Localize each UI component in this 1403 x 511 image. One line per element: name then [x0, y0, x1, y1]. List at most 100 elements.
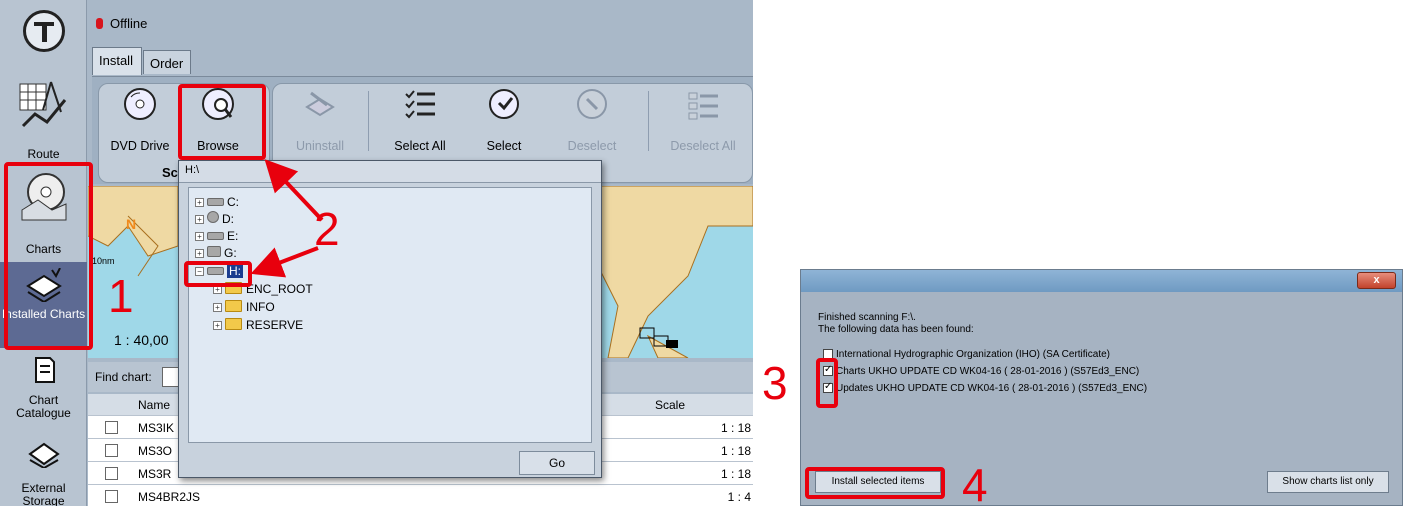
row-checkbox[interactable]: [105, 421, 118, 434]
highlight-box-install-button: [805, 467, 945, 499]
uninstall-button[interactable]: Uninstall: [282, 87, 358, 153]
drive-label: C:: [227, 195, 239, 209]
row-name: MS4BR2JS: [138, 490, 201, 504]
tree-folder-reserve[interactable]: + RESERVE: [213, 317, 303, 333]
expand-icon[interactable]: +: [195, 215, 204, 224]
uninstall-label: Uninstall: [296, 139, 344, 153]
header-name[interactable]: Name: [138, 398, 170, 412]
annotation-number-3: 3: [762, 357, 788, 409]
dialog-titlebar: [801, 270, 1402, 292]
row-name: MS3R: [138, 467, 172, 481]
nav-route[interactable]: Route: [0, 78, 87, 162]
nav-external-storage[interactable]: External Storage: [0, 434, 87, 506]
table-row[interactable]: MS4BR2JS 1 : 4: [88, 486, 753, 506]
tree-drive-d[interactable]: + D:: [195, 211, 234, 227]
drive-label: D:: [222, 212, 234, 226]
data-found-text: The following data has been found:: [818, 324, 974, 335]
folder-label: ENC_ROOT: [246, 282, 313, 296]
row-name: MS3O: [138, 444, 173, 458]
tree-folder-info[interactable]: + INFO: [213, 299, 275, 315]
show-charts-list-button[interactable]: Show charts list only: [1267, 471, 1389, 493]
drive-icon: [207, 198, 224, 206]
row-checkbox[interactable]: [105, 490, 118, 503]
dvd-drive-button[interactable]: DVD Drive: [102, 87, 178, 153]
highlight-box-browse: [178, 84, 266, 160]
expand-icon[interactable]: +: [213, 303, 222, 312]
item-label-iho: International Hydrographic Organization …: [836, 349, 1111, 360]
annotation-number-4: 4: [962, 459, 988, 511]
tab-install[interactable]: Install: [92, 47, 142, 75]
toolbar-sub-label: Sc: [162, 165, 178, 180]
north-label: N: [126, 216, 137, 232]
select-all-list-icon: [405, 90, 435, 119]
go-button[interactable]: Go: [519, 451, 595, 475]
row-checkbox[interactable]: [105, 467, 118, 480]
status-text: Offline: [110, 16, 148, 31]
chart-app-window: Route Charts Installed Charts Chart Cata…: [0, 0, 753, 506]
deselect-disc-icon: [577, 89, 607, 119]
select-disc-icon: [489, 89, 519, 119]
row-scale: 1 : 4: [727, 490, 751, 504]
tree-drive-e[interactable]: + E:: [195, 228, 238, 244]
deselect-button[interactable]: Deselect: [554, 87, 630, 153]
highlight-box-checkboxes: [816, 358, 838, 408]
browse-folder-dialog: H:\ + C: + D: + E: + G: − H: + ENC_ROOT + INFO …: [178, 160, 602, 478]
app-logo-icon: [23, 10, 65, 52]
external-storage-icon: [28, 442, 60, 468]
annotation-number-2: 2: [314, 203, 340, 255]
find-chart-label: Find chart:: [95, 370, 152, 384]
route-icon: [19, 81, 67, 128]
drive-label: G:: [224, 246, 237, 260]
row-scale: 1 : 18: [720, 467, 751, 481]
tree-drive-c[interactable]: + C:: [195, 194, 239, 210]
cd-drive-icon: [207, 211, 219, 223]
select-label: Select: [486, 139, 522, 153]
status-indicator-icon: [96, 18, 103, 29]
folder-icon: [225, 318, 242, 330]
folder-tree: + C: + D: + E: + G: − H: + ENC_ROOT + INFO + RES…: [188, 187, 592, 443]
item-label-charts: Charts UKHO UPDATE CD WK04-16 ( 28-01-20…: [836, 366, 1140, 377]
select-button[interactable]: Select: [466, 87, 542, 153]
dvd-drive-label: DVD Drive: [110, 139, 170, 153]
row-scale: 1 : 18: [720, 421, 751, 435]
chart-catalogue-icon: [35, 357, 55, 383]
toolbar-separator: [368, 91, 369, 151]
uninstall-icon: [305, 91, 335, 117]
item-label-updates: Updates UKHO UPDATE CD WK04-16 ( 28-01-2…: [836, 383, 1148, 394]
expand-icon[interactable]: +: [213, 321, 222, 330]
north-arrow-icon: N: [126, 216, 136, 232]
annotation-number-1: 1: [108, 270, 134, 322]
toolbar-separator: [648, 91, 649, 151]
deselect-label: Deselect: [567, 139, 617, 153]
nav-chart-catalogue-label: Chart Catalogue: [16, 393, 71, 420]
row-scale: 1 : 18: [720, 444, 751, 458]
row-checkbox[interactable]: [105, 444, 118, 457]
expand-icon[interactable]: +: [195, 198, 204, 207]
tab-order[interactable]: Order: [143, 50, 191, 74]
drive-label: E:: [227, 229, 239, 243]
select-all-button[interactable]: Select All: [382, 87, 458, 153]
drive-icon: [207, 232, 224, 240]
disc-icon: [124, 88, 156, 120]
nav-chart-catalogue[interactable]: Chart Catalogue: [0, 352, 87, 430]
close-button[interactable]: x: [1357, 272, 1396, 289]
browse-path: H:\: [179, 161, 601, 183]
highlight-box-nav: [4, 162, 93, 350]
header-scale[interactable]: Scale: [655, 398, 685, 412]
scan-finished-text: Finished scanning F:\.: [818, 312, 916, 323]
tree-drive-g[interactable]: + G:: [195, 245, 237, 261]
deselect-all-list-icon: [688, 92, 718, 120]
scale-bar: 10nm: [92, 256, 115, 266]
expand-icon[interactable]: +: [195, 249, 204, 258]
nav-external-storage-label: External Storage: [21, 481, 66, 507]
removable-drive-icon: [207, 246, 221, 257]
map-scale-text: 1 : 40,00: [114, 332, 169, 348]
folder-icon: [225, 300, 242, 312]
deselect-all-label: Deselect All: [670, 139, 736, 153]
folder-label: RESERVE: [246, 318, 304, 332]
expand-icon[interactable]: +: [195, 232, 204, 241]
nav-route-label: Route: [27, 147, 60, 161]
folder-label: INFO: [246, 300, 275, 314]
row-name: MS3IK: [138, 421, 175, 435]
deselect-all-button[interactable]: Deselect All: [658, 87, 748, 153]
